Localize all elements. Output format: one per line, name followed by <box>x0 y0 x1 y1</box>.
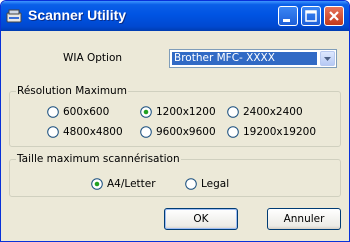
resolution-option-label: 2400x2400 <box>243 106 303 118</box>
window-title: Scanner Utility <box>28 7 127 23</box>
scanner-utility-dialog: Scanner Utility WIA Option Brother MFC- … <box>0 0 350 242</box>
dropdown-button[interactable] <box>320 51 335 66</box>
radio-1200x1200[interactable] <box>140 106 152 118</box>
scan-size-option-label: Legal <box>201 178 230 190</box>
chevron-down-icon <box>324 57 331 61</box>
radio-2400x2400[interactable] <box>227 106 239 118</box>
resolution-option-label: 600x600 <box>63 106 110 118</box>
wia-option-select[interactable]: Brother MFC- XXXX <box>169 49 337 68</box>
radio-legal[interactable] <box>185 178 197 190</box>
ok-button[interactable]: OK <box>164 208 238 230</box>
scan-size-group: Taille maximum scannérisation <box>9 153 341 197</box>
wia-option-label: WIA Option <box>63 52 123 64</box>
close-button[interactable] <box>324 6 344 26</box>
radio-a4-letter[interactable] <box>91 178 103 190</box>
resolution-option-label: 9600x9600 <box>156 126 216 138</box>
radio-19200x19200[interactable] <box>227 126 239 138</box>
scan-size-option-label: A4/Letter <box>107 178 156 190</box>
minimize-button[interactable] <box>278 6 298 26</box>
radio-9600x9600[interactable] <box>140 126 152 138</box>
scan-size-group-label: Taille maximum scannérisation <box>16 153 181 166</box>
wia-option-value: Brother MFC- XXXX <box>172 52 317 65</box>
radio-4800x4800[interactable] <box>47 126 59 138</box>
scanner-app-icon <box>6 9 22 23</box>
title-bar[interactable]: Scanner Utility <box>1 1 349 31</box>
resolution-group-label: Résolution Maximum <box>16 85 128 98</box>
resolution-option-label: 1200x1200 <box>156 106 216 118</box>
maximize-button[interactable] <box>301 6 321 26</box>
cancel-button[interactable]: Annuler <box>267 208 341 230</box>
radio-600x600[interactable] <box>47 106 59 118</box>
minimize-icon <box>283 19 290 22</box>
resolution-option-label: 19200x19200 <box>243 126 317 138</box>
maximize-icon <box>305 10 317 22</box>
close-icon <box>329 11 339 21</box>
resolution-option-label: 4800x4800 <box>63 126 123 138</box>
